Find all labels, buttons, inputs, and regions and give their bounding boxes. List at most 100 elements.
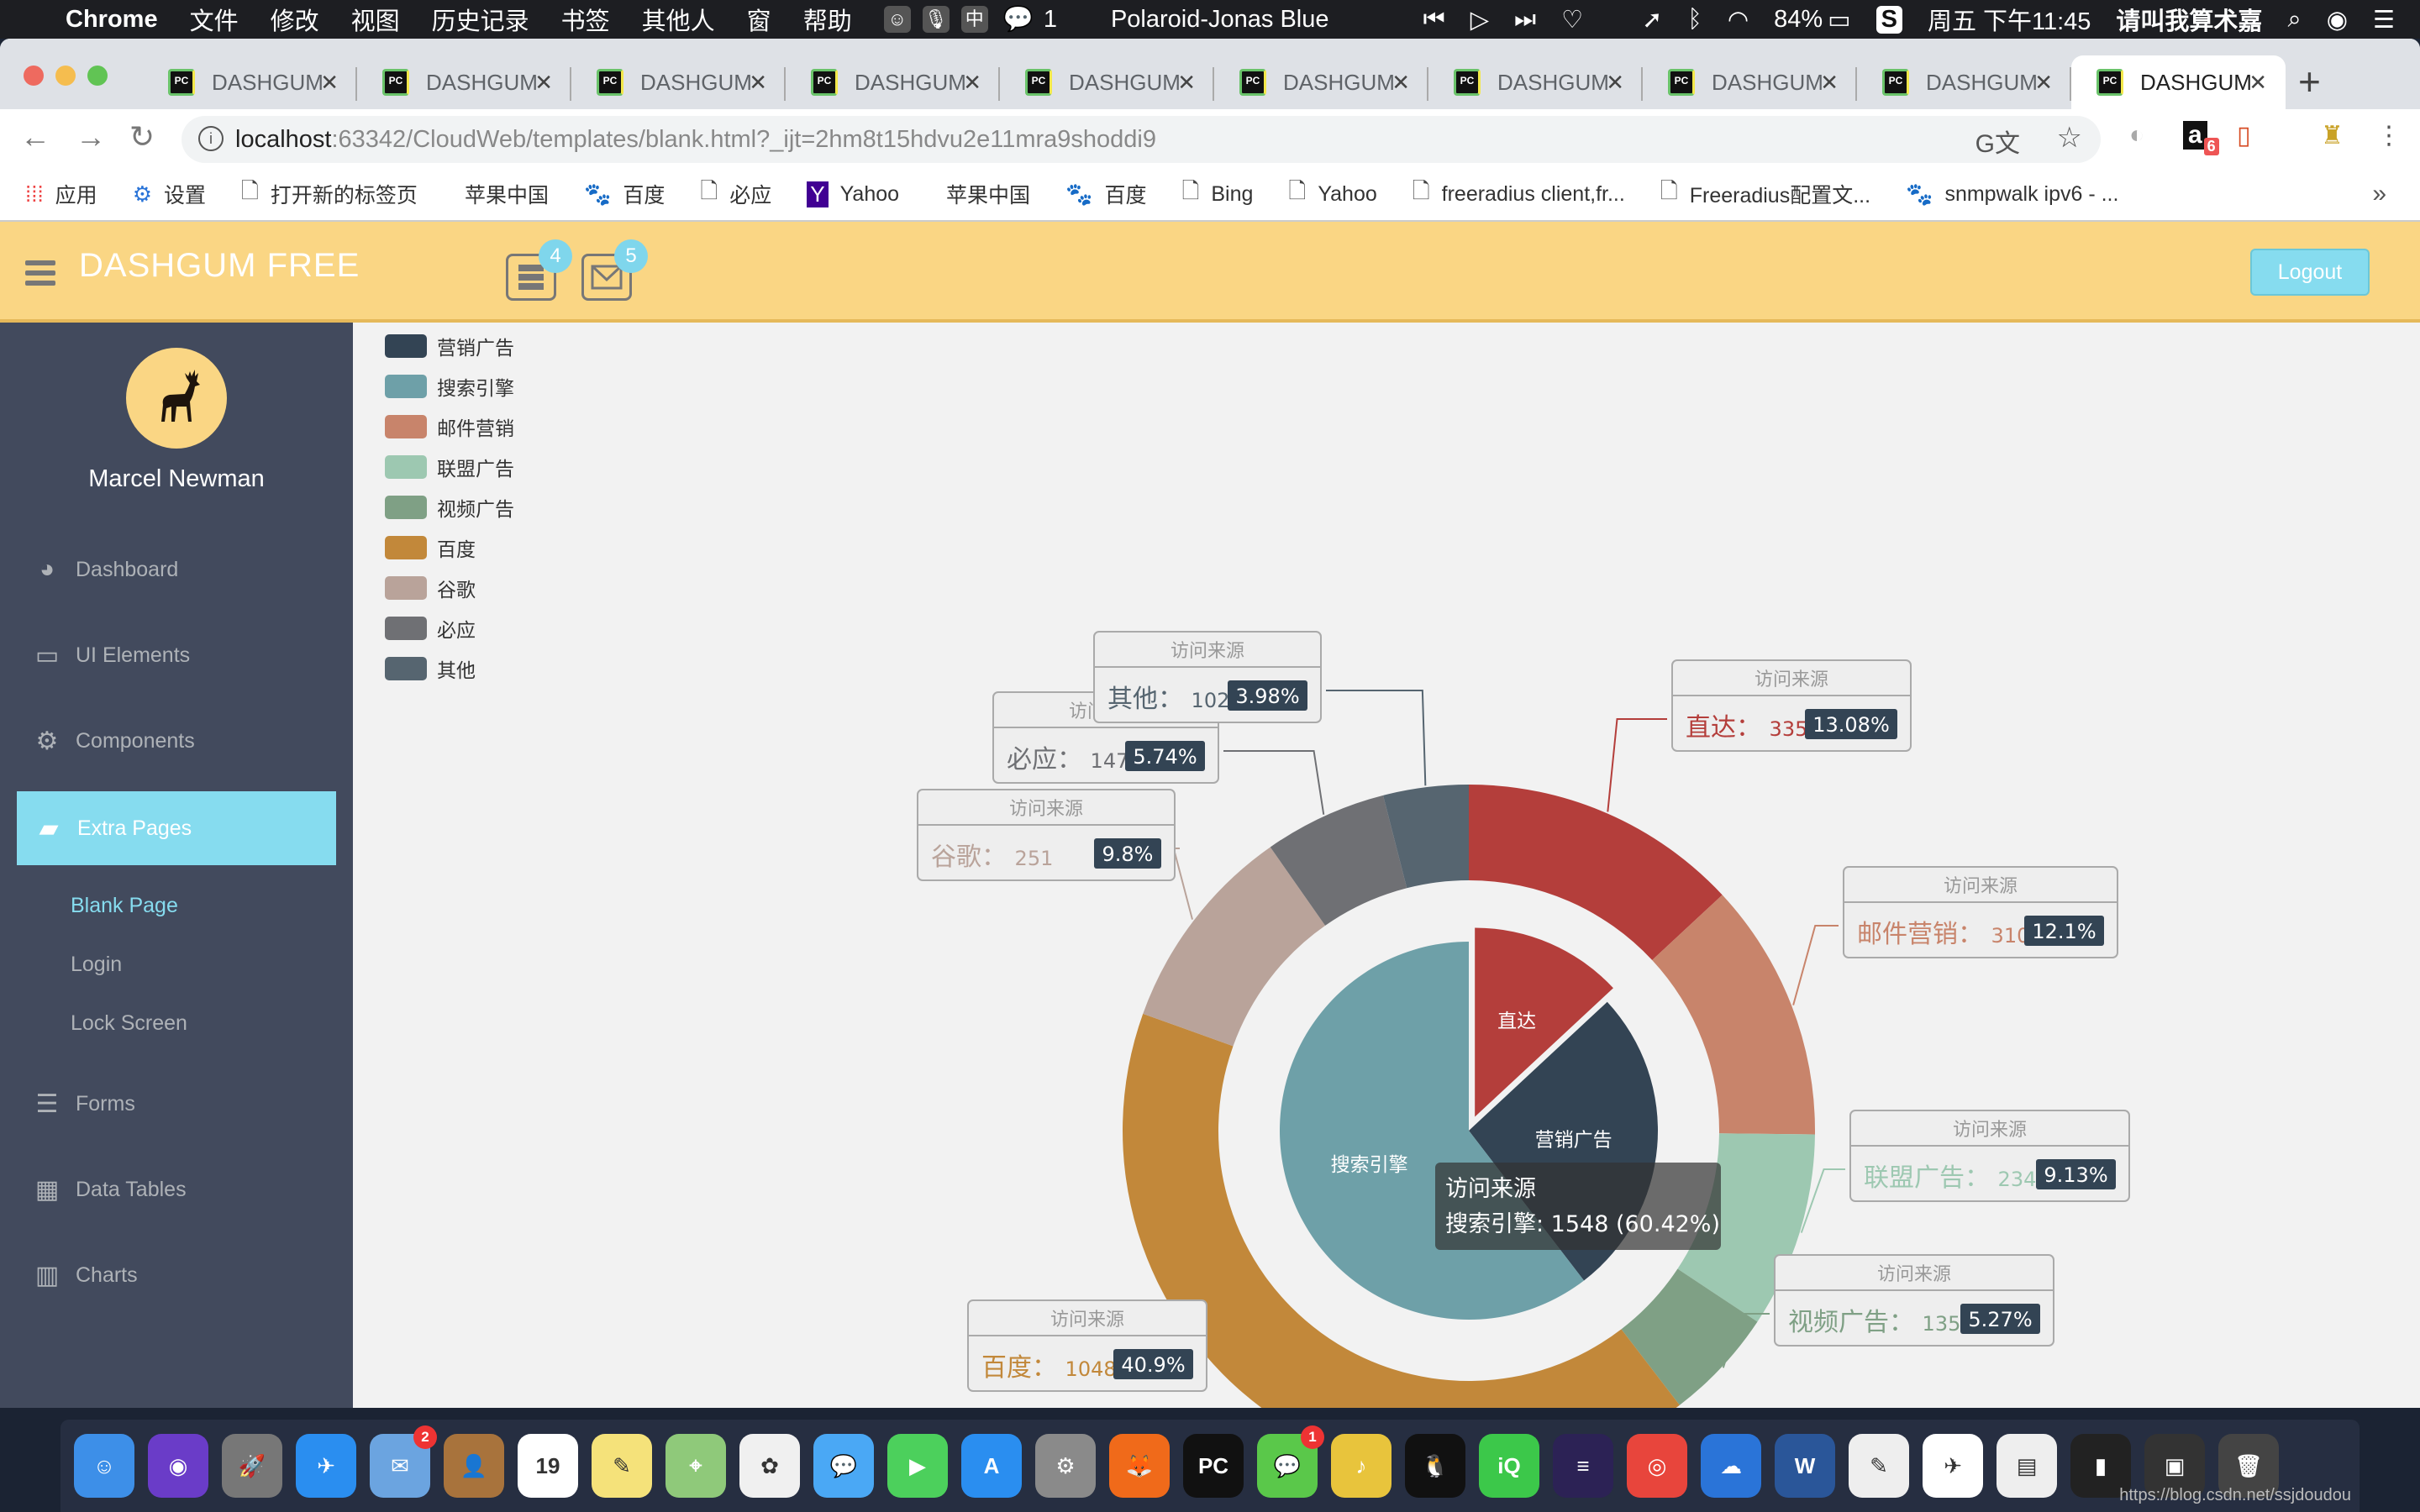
document-icon[interactable]: ▤	[1996, 1434, 2057, 1498]
sidebar-item-ui-elements[interactable]: ▭ UI Elements	[0, 630, 353, 680]
spotlight-icon[interactable]: ⌕	[2287, 6, 2301, 34]
legend-item[interactable]: 营销广告	[385, 326, 514, 366]
calendar-icon[interactable]: 19	[518, 1434, 578, 1498]
bookmark-item[interactable]: Y Yahoo	[807, 181, 899, 207]
menu-bookmarks[interactable]: 书签	[561, 2, 610, 37]
legend-item[interactable]: 其他	[385, 648, 514, 689]
browser-tab[interactable]: PC DASHGUM ✕	[1428, 55, 1643, 109]
sidebar-item-forms[interactable]: ☰ Forms	[0, 1079, 353, 1129]
input-method-icon[interactable]: 中	[960, 6, 988, 33]
back-button[interactable]: ←	[20, 119, 50, 155]
photos-icon[interactable]: ✿	[739, 1434, 800, 1498]
sidebar-item-dashboard[interactable]: ◕ Dashboard	[0, 544, 353, 595]
wechat-icon[interactable]: 💬	[1003, 5, 1034, 34]
bookmark-item[interactable]: ⚙ 设置	[133, 179, 206, 209]
close-tab-icon[interactable]: ✕	[963, 70, 981, 96]
sidebar-subitem-login[interactable]: Login	[71, 953, 122, 977]
bookmark-item[interactable]: ⁞⁞⁞ 应用	[25, 179, 97, 209]
bookmark-item[interactable]: 🗋 必应	[700, 176, 771, 213]
close-tab-icon[interactable]: ✕	[1177, 70, 1196, 96]
close-tab-icon[interactable]: ✕	[1392, 70, 1410, 96]
bookmark-item[interactable]: 🐾 百度	[584, 179, 665, 209]
menu-edit[interactable]: 修改	[271, 2, 319, 37]
chrome-menu-icon[interactable]: ⋮	[2376, 121, 2402, 150]
browser-tab[interactable]: PC DASHGUM ✕	[2071, 55, 2286, 109]
bookmark-item[interactable]: 🗋 打开新的标签页	[241, 176, 418, 213]
emoji-icon[interactable]: ☺	[883, 6, 911, 33]
bookmark-item[interactable]: 苹果中国	[453, 179, 549, 209]
bluetooth-icon[interactable]: ᛒ	[1687, 6, 1702, 34]
zoom-window-button[interactable]	[87, 66, 108, 86]
contacts-icon[interactable]: 👤	[444, 1434, 504, 1498]
sidebar-item-extra-pages[interactable]: ▰ Extra Pages	[17, 791, 336, 865]
battery-icon[interactable]: ▭	[1828, 5, 1850, 34]
office-extension-icon[interactable]: ▯	[2237, 121, 2251, 150]
qq-icon[interactable]: 🐧	[1405, 1434, 1465, 1498]
menu-view[interactable]: 视图	[351, 2, 400, 37]
amazon-extension-icon[interactable]: a6	[2183, 121, 2219, 155]
browser-tab[interactable]: PC DASHGUM ✕	[143, 55, 357, 109]
facetime-icon[interactable]: ▶	[887, 1434, 948, 1498]
info-icon[interactable]: i	[198, 126, 224, 151]
browser-tab[interactable]: PC DASHGUM ✕	[1000, 55, 1214, 109]
music-icon[interactable]: ♪	[1331, 1434, 1392, 1498]
close-tab-icon[interactable]: ✕	[1820, 70, 1839, 96]
mail-button[interactable]: 5	[581, 239, 648, 301]
close-tab-icon[interactable]: ✕	[2034, 70, 2053, 96]
legend-item[interactable]: 联盟广告	[385, 447, 514, 487]
browser-tab[interactable]: PC DASHGUM ✕	[1643, 55, 1857, 109]
legend-item[interactable]: 谷歌	[385, 568, 514, 608]
microphone-icon[interactable]: 🎙	[922, 6, 950, 33]
new-tab-button[interactable]: +	[2298, 59, 2321, 104]
translate-icon[interactable]: G文	[1975, 123, 2020, 160]
address-bar[interactable]: i localhost:63342/CloudWeb/templates/bla…	[182, 116, 2101, 163]
browser-tab[interactable]: PC DASHGUM ✕	[786, 55, 1000, 109]
textedit-icon[interactable]: ✎	[1849, 1434, 1909, 1498]
close-tab-icon[interactable]: ✕	[2249, 70, 2267, 96]
legend-item[interactable]: 邮件营销	[385, 407, 514, 447]
firefox-icon[interactable]: 🦊	[1109, 1434, 1170, 1498]
logout-button[interactable]: Logout	[2250, 249, 2370, 296]
system-preferences-icon[interactable]: ⚙	[1035, 1434, 1096, 1498]
browser-tab[interactable]: PC DASHGUM ✕	[1214, 55, 1428, 109]
finder-icon[interactable]: ☺	[74, 1434, 134, 1498]
menu-history[interactable]: 历史记录	[432, 2, 529, 37]
previous-track-icon[interactable]: ⏮	[1423, 6, 1445, 34]
close-tab-icon[interactable]: ✕	[534, 70, 553, 96]
minimize-window-button[interactable]	[55, 66, 76, 86]
next-track-icon[interactable]: ⏭	[1514, 6, 1536, 34]
appstore-icon[interactable]: A	[961, 1434, 1022, 1498]
avatar[interactable]	[126, 348, 227, 449]
tasks-button[interactable]: 4	[506, 239, 572, 301]
siri-icon[interactable]: ◉	[148, 1434, 208, 1498]
siri-icon[interactable]: ◉	[2327, 5, 2348, 34]
bookmark-item[interactable]: 苹果中国	[934, 179, 1030, 209]
notification-center-icon[interactable]: ☰	[2373, 5, 2395, 34]
sidebar-item-charts[interactable]: ▥ Charts	[0, 1250, 353, 1300]
menu-file[interactable]: 文件	[190, 2, 239, 37]
legend-item[interactable]: 百度	[385, 528, 514, 568]
launchpad-icon[interactable]: 🚀	[222, 1434, 282, 1498]
close-tab-icon[interactable]: ✕	[320, 70, 339, 96]
bookmark-item[interactable]: 🗋 Bing	[1181, 176, 1253, 213]
sidebar-subitem-lock-screen[interactable]: Lock Screen	[71, 1011, 187, 1036]
menu-people[interactable]: 其他人	[642, 2, 715, 37]
sidebar-toggle-icon[interactable]	[25, 260, 55, 286]
browser-tab[interactable]: PC DASHGUM ✕	[1857, 55, 2071, 109]
sidebar-subitem-blank-page[interactable]: Blank Page	[71, 894, 178, 918]
messages-icon[interactable]: 💬	[813, 1434, 874, 1498]
sidebar-item-components[interactable]: ⚙ Components	[0, 716, 353, 766]
mail-icon[interactable]: ✉ 2	[370, 1425, 437, 1498]
word-icon[interactable]: W	[1775, 1434, 1835, 1498]
pycharm-icon[interactable]: PC	[1183, 1434, 1244, 1498]
reload-button[interactable]: ↻	[129, 119, 155, 155]
sidebar-item-data-tables[interactable]: ▦ Data Tables	[0, 1164, 353, 1215]
bookmarks-more-button[interactable]: »	[2372, 180, 2386, 208]
notes-icon[interactable]: ✎	[592, 1434, 652, 1498]
forward-button[interactable]: →	[76, 119, 106, 155]
eclipse-icon[interactable]: ≡	[1553, 1434, 1613, 1498]
close-window-button[interactable]	[24, 66, 44, 86]
legend-item[interactable]: 视频广告	[385, 487, 514, 528]
close-tab-icon[interactable]: ✕	[1606, 70, 1624, 96]
clock[interactable]: 周五 下午11:45	[1928, 2, 2091, 37]
